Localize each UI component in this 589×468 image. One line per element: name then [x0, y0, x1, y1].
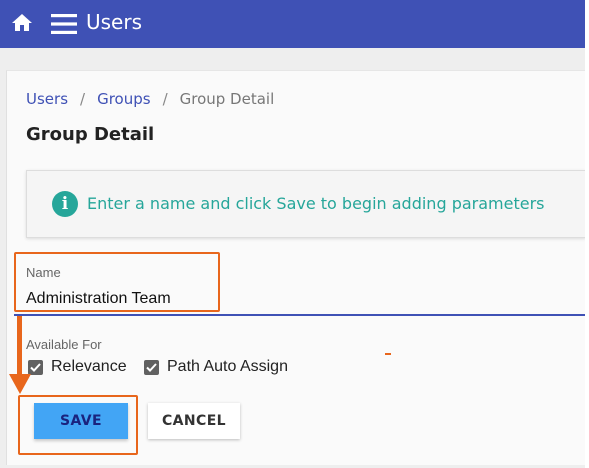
- relevance-label: Relevance: [51, 358, 127, 375]
- breadcrumb-group-detail: Group Detail: [179, 90, 275, 108]
- path-auto-assign-option[interactable]: Path Auto Assign: [144, 358, 288, 376]
- breadcrumb-separator: /: [162, 90, 168, 108]
- annotation-mark: [385, 353, 391, 355]
- annotation-arrow-icon: [9, 316, 31, 394]
- window-edge: [585, 0, 589, 468]
- checkmark-icon: [146, 362, 157, 372]
- path-auto-assign-label: Path Auto Assign: [167, 358, 288, 375]
- save-button[interactable]: SAVE: [34, 403, 128, 439]
- app-title: Users: [86, 10, 143, 34]
- home-icon[interactable]: [10, 11, 34, 35]
- path-auto-assign-checkbox[interactable]: [144, 359, 159, 375]
- info-message: Enter a name and click Save to begin add…: [87, 194, 545, 213]
- breadcrumb-users[interactable]: Users: [26, 90, 68, 108]
- cancel-button[interactable]: CANCEL: [148, 403, 240, 439]
- available-for-label: Available For: [26, 337, 102, 352]
- page-title: Group Detail: [26, 124, 155, 145]
- hamburger-menu-icon[interactable]: [51, 13, 77, 35]
- name-field-underline: [14, 314, 585, 316]
- info-icon: i: [52, 191, 78, 217]
- info-banner: i Enter a name and click Save to begin a…: [26, 170, 586, 238]
- breadcrumb: Users / Groups / Group Detail: [26, 90, 274, 108]
- breadcrumb-groups[interactable]: Groups: [97, 90, 150, 108]
- breadcrumb-separator: /: [80, 90, 86, 108]
- relevance-option[interactable]: Relevance: [28, 358, 127, 376]
- top-app-bar: Users: [0, 0, 585, 48]
- name-annotation-box: [14, 252, 220, 312]
